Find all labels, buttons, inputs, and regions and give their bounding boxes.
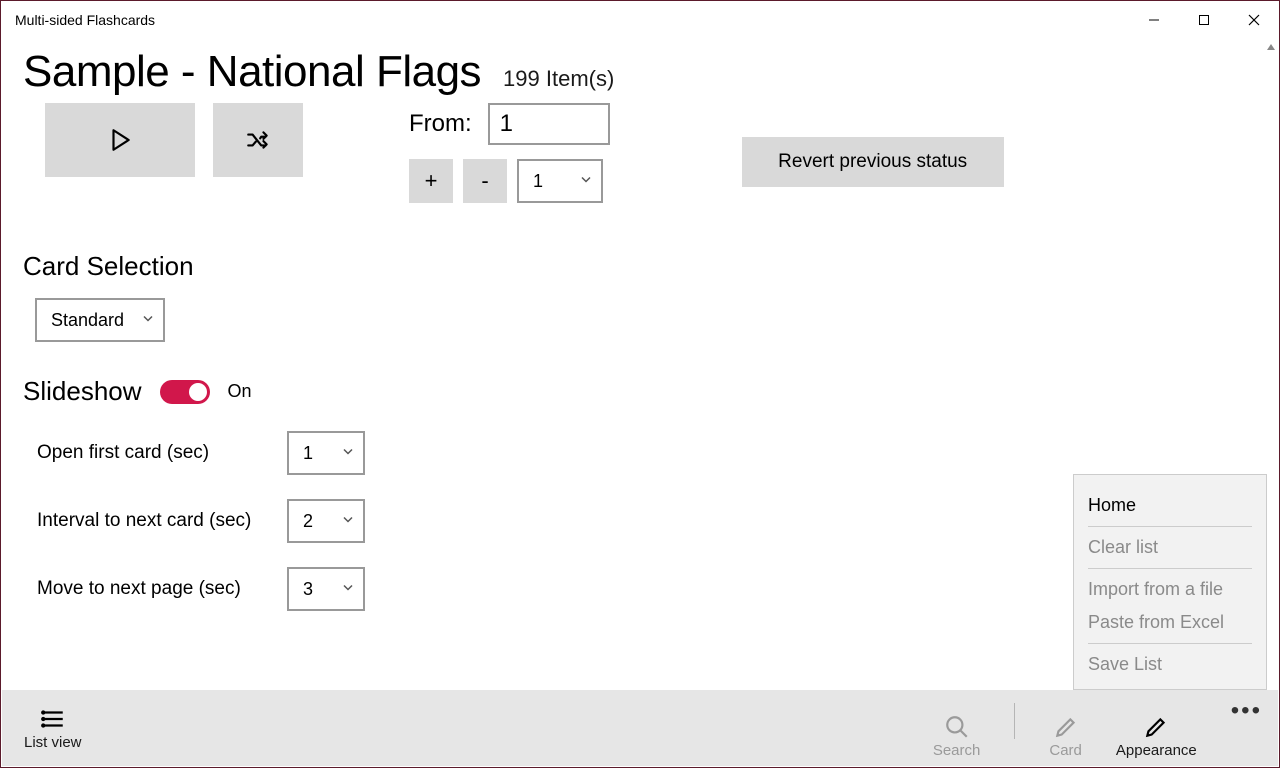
revert-button[interactable]: Revert previous status (742, 137, 1004, 187)
next-page-value: 3 (303, 579, 313, 600)
tool-appearance-label: Appearance (1116, 742, 1197, 759)
maximize-button[interactable] (1179, 1, 1229, 39)
interval-label: Interval to next card (sec) (37, 510, 287, 532)
slideshow-toggle[interactable] (160, 380, 210, 404)
chevron-down-icon (341, 579, 355, 600)
card-selection-value: Standard (51, 310, 124, 331)
open-first-value: 1 (303, 443, 313, 464)
toggle-knob (189, 383, 207, 401)
card-selection-select[interactable]: Standard (35, 298, 165, 342)
play-button[interactable] (45, 103, 195, 177)
card-selection-heading: Card Selection (23, 251, 1257, 282)
shuffle-icon (245, 127, 271, 153)
menu-paste-excel[interactable]: Paste from Excel (1088, 606, 1252, 639)
pencil-icon (1143, 714, 1169, 740)
pencil-icon (1053, 714, 1079, 740)
from-input[interactable] (488, 103, 610, 145)
tool-appearance[interactable]: Appearance (1116, 714, 1197, 759)
scrollbar-up-arrow[interactable] (1263, 39, 1279, 55)
next-page-select[interactable]: 3 (287, 567, 365, 611)
from-step-value: 1 (533, 171, 543, 192)
side-menu: Home Clear list Import from a file Paste… (1073, 474, 1267, 690)
menu-separator (1088, 568, 1252, 569)
menu-home[interactable]: Home (1088, 489, 1252, 522)
tool-card[interactable]: Card (1049, 714, 1082, 759)
slideshow-state-label: On (228, 381, 252, 402)
bottombar: List view Search Card Appearance ••• (2, 690, 1278, 766)
tool-search-label: Search (933, 742, 981, 759)
next-page-label: Move to next page (sec) (37, 578, 287, 600)
close-icon (1248, 14, 1260, 26)
slideshow-header-row: Slideshow On (23, 376, 1257, 407)
tool-card-label: Card (1049, 742, 1082, 759)
chevron-down-icon (579, 171, 593, 192)
from-block: From: + - 1 (409, 103, 610, 203)
minimize-button[interactable] (1129, 1, 1179, 39)
top-controls-row: From: + - 1 Revert previous status (45, 103, 1257, 203)
interval-select[interactable]: 2 (287, 499, 365, 543)
play-icon (107, 127, 133, 153)
menu-save-list[interactable]: Save List (1088, 648, 1252, 681)
toolbar-divider (1014, 703, 1015, 739)
chevron-down-icon (341, 443, 355, 464)
tool-list-view-label: List view (24, 734, 82, 751)
chevron-down-icon (141, 310, 155, 331)
open-first-label: Open first card (sec) (37, 442, 287, 464)
maximize-icon (1198, 14, 1210, 26)
interval-value: 2 (303, 511, 313, 532)
menu-clear-list[interactable]: Clear list (1088, 531, 1252, 564)
search-icon (944, 714, 970, 740)
from-step-select[interactable]: 1 (517, 159, 603, 203)
minimize-icon (1148, 14, 1160, 26)
tool-search[interactable]: Search (933, 714, 981, 759)
from-plus-button[interactable]: + (409, 159, 453, 203)
chevron-down-icon (341, 511, 355, 532)
titlebar: Multi-sided Flashcards (1, 1, 1279, 39)
close-button[interactable] (1229, 1, 1279, 39)
deck-title: Sample - National Flags (23, 47, 481, 97)
menu-import-file[interactable]: Import from a file (1088, 573, 1252, 606)
open-first-select[interactable]: 1 (287, 431, 365, 475)
menu-separator (1088, 526, 1252, 527)
tool-list-view[interactable]: List view (24, 706, 82, 751)
window-title: Multi-sided Flashcards (15, 12, 155, 28)
more-button[interactable]: ••• (1231, 697, 1268, 759)
from-label: From: (409, 110, 472, 138)
window-buttons (1129, 1, 1279, 39)
item-count: 199 Item(s) (503, 66, 614, 92)
shuffle-button[interactable] (213, 103, 303, 177)
list-view-icon (40, 706, 66, 732)
deck-header: Sample - National Flags 199 Item(s) (23, 47, 1257, 97)
slideshow-heading: Slideshow (23, 376, 142, 407)
menu-separator (1088, 643, 1252, 644)
from-minus-button[interactable]: - (463, 159, 507, 203)
